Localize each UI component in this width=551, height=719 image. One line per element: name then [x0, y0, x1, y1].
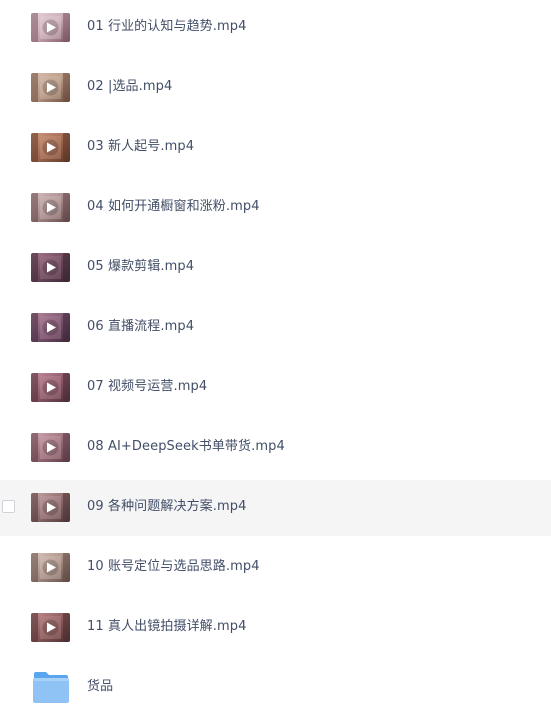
file-name[interactable]: 05 爆款剪辑.mp4: [87, 258, 194, 276]
file-name[interactable]: 11 真人出镜拍摄详解.mp4: [87, 618, 247, 636]
file-row[interactable]: 01 行业的认知与趋势.mp4: [0, 0, 551, 56]
video-thumbnail: [31, 433, 70, 462]
play-icon: [31, 193, 70, 222]
file-name[interactable]: 09 各种问题解决方案.mp4: [87, 498, 247, 516]
video-thumbnail: [31, 13, 70, 42]
video-thumbnail: [31, 553, 70, 582]
file-list: 01 行业的认知与趋势.mp4 02 |选品.mp4 03 新人起号.mp4 04 如…: [0, 0, 551, 719]
file-row[interactable]: 09 各种问题解决方案.mp4: [0, 480, 551, 536]
file-name[interactable]: 08 AI+DeepSeek书单带货.mp4: [87, 438, 285, 456]
video-thumbnail: [31, 373, 70, 402]
play-icon: [31, 73, 70, 102]
play-icon: [31, 613, 70, 642]
file-row[interactable]: 10 账号定位与选品思路.mp4: [0, 540, 551, 596]
file-row[interactable]: 11 真人出镜拍摄详解.mp4: [0, 600, 551, 656]
video-thumbnail: [31, 613, 70, 642]
file-name[interactable]: 02 |选品.mp4: [87, 78, 172, 96]
file-row[interactable]: 02 |选品.mp4: [0, 60, 551, 116]
file-row[interactable]: 06 直播流程.mp4: [0, 300, 551, 356]
play-icon: [31, 133, 70, 162]
folder-icon: [32, 671, 70, 704]
video-thumbnail: [31, 133, 70, 162]
file-name[interactable]: 07 视频号运营.mp4: [87, 378, 207, 396]
file-name[interactable]: 06 直播流程.mp4: [87, 318, 194, 336]
play-icon: [31, 553, 70, 582]
play-icon: [31, 313, 70, 342]
play-icon: [31, 253, 70, 282]
play-icon: [31, 493, 70, 522]
video-thumbnail: [31, 313, 70, 342]
play-icon: [31, 373, 70, 402]
row-checkbox[interactable]: [2, 500, 15, 513]
file-row[interactable]: 03 新人起号.mp4: [0, 120, 551, 176]
file-name[interactable]: 10 账号定位与选品思路.mp4: [87, 558, 260, 576]
video-thumbnail: [31, 73, 70, 102]
file-name[interactable]: 03 新人起号.mp4: [87, 138, 194, 156]
file-row[interactable]: 04 如何开通橱窗和涨粉.mp4: [0, 180, 551, 236]
file-name[interactable]: 04 如何开通橱窗和涨粉.mp4: [87, 198, 260, 216]
file-name[interactable]: 货品: [87, 678, 113, 696]
file-row[interactable]: 08 AI+DeepSeek书单带货.mp4: [0, 420, 551, 476]
play-icon: [31, 13, 70, 42]
folder-row[interactable]: 货品: [0, 660, 551, 716]
play-icon: [31, 433, 70, 462]
file-row[interactable]: 07 视频号运营.mp4: [0, 360, 551, 416]
file-name[interactable]: 01 行业的认知与趋势.mp4: [87, 18, 247, 36]
file-row[interactable]: 05 爆款剪辑.mp4: [0, 240, 551, 296]
video-thumbnail: [31, 193, 70, 222]
video-thumbnail: [31, 253, 70, 282]
video-thumbnail: [31, 493, 70, 522]
